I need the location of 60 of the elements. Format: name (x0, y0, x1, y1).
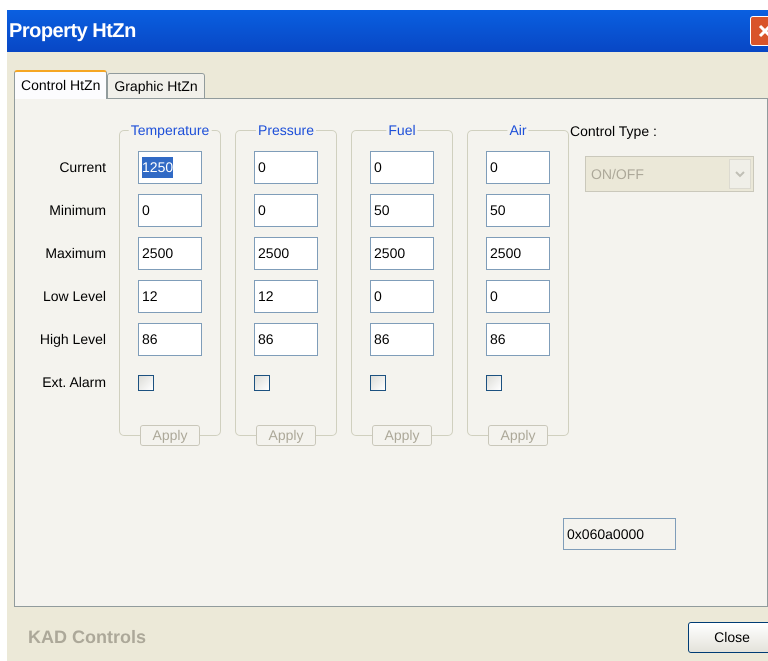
field-value: 0 (258, 158, 266, 177)
tab[interactable]: Graphic HtZn (107, 73, 205, 98)
field-value: 86 (142, 330, 158, 349)
value-field[interactable]: 0 (370, 151, 434, 184)
value-field[interactable]: 12 (254, 280, 318, 313)
row-label: Current (59, 158, 106, 177)
field-value: 2500 (374, 244, 406, 263)
checkbox[interactable] (254, 374, 270, 390)
field-value: 0 (258, 201, 266, 220)
value-field[interactable]: 0 (486, 280, 550, 313)
field-value: 2500 (142, 244, 174, 263)
value-field[interactable]: 2500 (486, 237, 550, 270)
value-field[interactable]: 0 (138, 194, 202, 227)
window-title: Property HtZn (9, 19, 136, 44)
row-label: High Level (40, 330, 106, 349)
brand-label: KAD Controls (28, 626, 146, 649)
field-value: 0 (374, 158, 382, 177)
value-field[interactable]: 0 (254, 151, 318, 184)
field-value: 86 (374, 330, 390, 349)
control-type-label: Control Type : (570, 122, 658, 141)
tab[interactable]: Control HtZn (14, 70, 108, 99)
field-value: 1250 (142, 157, 174, 178)
value-field[interactable]: 50 (486, 194, 550, 227)
value-field[interactable]: 0 (254, 194, 318, 227)
checkbox[interactable] (370, 374, 386, 390)
row-label: Ext. Alarm (42, 373, 106, 392)
checkbox[interactable] (486, 374, 502, 390)
dropdown-value: ON/OFF (591, 164, 644, 184)
value-field[interactable]: 50 (370, 194, 434, 227)
value-field[interactable]: 1250 (138, 151, 202, 184)
field-value: 50 (490, 201, 506, 220)
address-field[interactable]: 0x060a0000 (563, 518, 676, 550)
close-button[interactable]: Close (688, 622, 768, 653)
field-value: 50 (374, 201, 390, 220)
value-field[interactable]: 2500 (370, 237, 434, 270)
value-field[interactable]: 86 (138, 323, 202, 356)
value-field[interactable]: 0 (370, 280, 434, 313)
field-value: 0 (142, 201, 150, 220)
field-value: 86 (258, 330, 274, 349)
field-value: 86 (490, 330, 506, 349)
field-value: 12 (258, 287, 274, 306)
value-field[interactable]: 2500 (254, 237, 318, 270)
field-value: 2500 (258, 244, 290, 263)
row-label: Minimum (49, 201, 106, 220)
chevron-down-icon (729, 159, 751, 189)
field-value: 0 (490, 158, 498, 177)
field-value: 0 (490, 287, 498, 306)
value-field[interactable]: 12 (138, 280, 202, 313)
field-value: 12 (142, 287, 158, 306)
row-label: Maximum (45, 244, 106, 263)
field-value: 0 (374, 287, 382, 306)
value-field[interactable]: 0 (486, 151, 550, 184)
field-value: 2500 (490, 244, 522, 263)
value-field[interactable]: 86 (486, 323, 550, 356)
checkbox[interactable] (138, 374, 154, 390)
field-value: 0x060a0000 (567, 524, 644, 544)
value-field[interactable]: 86 (370, 323, 434, 356)
value-field[interactable]: 2500 (138, 237, 202, 270)
value-field[interactable]: 86 (254, 323, 318, 356)
row-label: Low Level (42, 287, 106, 306)
